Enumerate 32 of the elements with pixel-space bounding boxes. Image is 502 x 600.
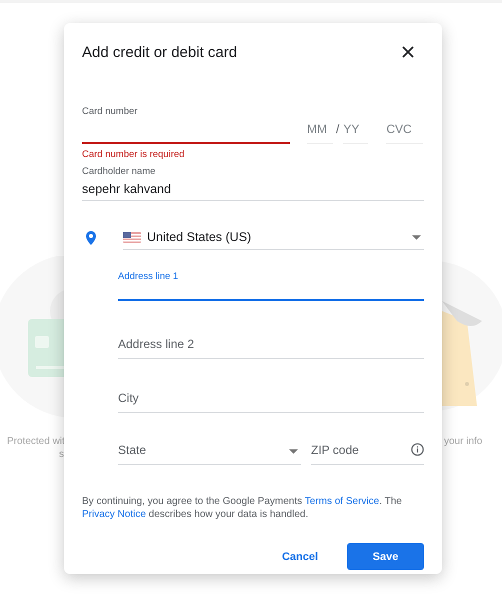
dropdown-caret-icon bbox=[289, 449, 298, 454]
legal-notice: By continuing, you agree to the Google Payments Terms of Service. The Privacy Notice describes how your data is handled. bbox=[82, 495, 403, 521]
background-caption: your info bbox=[444, 436, 482, 447]
address-line-2-field[interactable]: Address line 2 bbox=[118, 337, 424, 359]
background-caption: Protected wit bbox=[7, 436, 65, 447]
location-pin-icon bbox=[86, 230, 96, 244]
info-icon bbox=[411, 443, 424, 456]
date-separator: / bbox=[336, 122, 340, 138]
year-field[interactable]: YY bbox=[343, 122, 368, 144]
zip-field[interactable]: ZIP code bbox=[311, 443, 424, 465]
dialog-title: Add credit or debit card bbox=[82, 44, 238, 60]
field-label: Address line 1 bbox=[118, 271, 180, 282]
field-label: Card number bbox=[82, 106, 138, 117]
dropdown-caret-icon bbox=[412, 234, 421, 240]
cancel-button[interactable]: Cancel bbox=[269, 543, 331, 570]
selected-value: United States (US) bbox=[147, 230, 252, 244]
background-caption: s bbox=[59, 449, 64, 460]
error-message: Card number is required bbox=[82, 149, 186, 160]
country-dropdown[interactable]: United States (US) bbox=[123, 225, 424, 250]
cvc-field[interactable]: CVC bbox=[386, 122, 424, 144]
save-button[interactable]: Save bbox=[347, 543, 424, 570]
month-field[interactable]: MM bbox=[307, 122, 333, 144]
privacy-link[interactable]: Privacy Notice bbox=[82, 509, 146, 520]
terms-link[interactable]: Terms of Service bbox=[304, 496, 380, 507]
state-dropdown[interactable]: State bbox=[118, 443, 301, 465]
cardholder-field[interactable]: Cardholder name sepehr kahvand bbox=[82, 166, 424, 201]
field-value: sepehr kahvand bbox=[82, 182, 172, 196]
field-label: Cardholder name bbox=[82, 166, 156, 177]
close-icon bbox=[402, 46, 414, 58]
address-line-1-field[interactable]: Address line 1 bbox=[118, 271, 424, 301]
flag-icon bbox=[123, 232, 141, 242]
city-field[interactable]: City bbox=[118, 391, 424, 413]
